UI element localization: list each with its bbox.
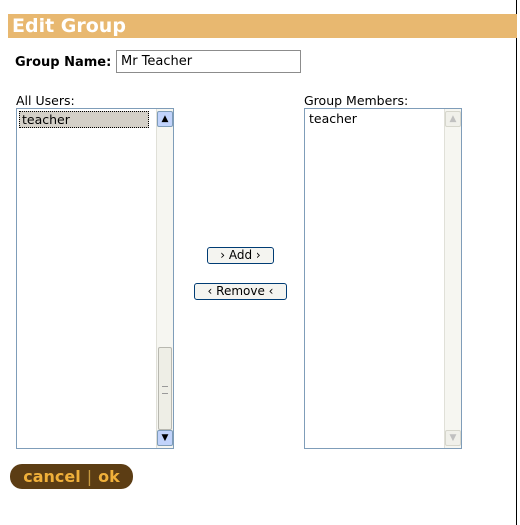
chevron-down-icon: ▼ xyxy=(161,433,169,443)
action-separator: | xyxy=(86,467,93,486)
group-members-listbox[interactable]: teacher ▲ ▼ xyxy=(304,108,462,449)
group-name-input[interactable] xyxy=(116,50,301,73)
ok-button[interactable]: ok xyxy=(98,464,120,489)
page-title: Edit Group xyxy=(12,15,126,37)
chevron-down-icon: ▼ xyxy=(449,433,457,443)
group-name-label: Group Name: xyxy=(15,55,112,70)
add-button[interactable]: › Add › xyxy=(207,247,274,264)
scroll-thumb[interactable] xyxy=(158,347,172,430)
edit-group-panel: Edit Group Group Name: All Users: teache… xyxy=(0,0,517,525)
chevron-up-icon: ▲ xyxy=(449,114,457,124)
scroll-up-button[interactable]: ▲ xyxy=(157,111,173,127)
scroll-down-button: ▼ xyxy=(445,430,461,446)
remove-button[interactable]: ‹ Remove ‹ xyxy=(194,283,287,300)
all-users-label: All Users: xyxy=(16,93,75,108)
list-item[interactable]: teacher xyxy=(307,111,359,126)
all-users-listbox[interactable]: teacher ▲ ▼ xyxy=(16,108,174,449)
all-users-scrollbar[interactable]: ▲ ▼ xyxy=(156,109,173,448)
action-pill: cancel | ok xyxy=(10,464,133,489)
list-item[interactable]: teacher xyxy=(19,111,149,128)
title-bar: Edit Group xyxy=(8,14,517,38)
group-members-scrollbar: ▲ ▼ xyxy=(444,109,461,448)
grip-icon xyxy=(162,385,168,394)
group-members-label: Group Members: xyxy=(304,93,409,108)
cancel-button[interactable]: cancel xyxy=(23,464,81,489)
scroll-up-button: ▲ xyxy=(445,111,461,127)
scroll-down-button[interactable]: ▼ xyxy=(157,430,173,446)
chevron-up-icon: ▲ xyxy=(161,114,169,124)
